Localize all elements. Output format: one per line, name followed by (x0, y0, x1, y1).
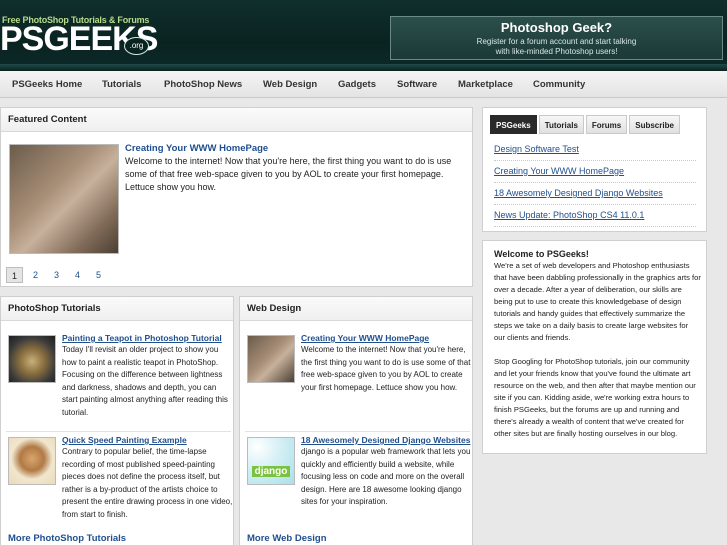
nav-item-software[interactable]: Software (397, 79, 437, 90)
photoshop-tutorials-heading: PhotoShop Tutorials (1, 297, 233, 321)
sidebar-tabs: PSGeeks Tutorials Forums Subscribe (490, 115, 680, 134)
main-nav: PSGeeks Home Tutorials PhotoShop News We… (0, 71, 727, 98)
tab-subscribe[interactable]: Subscribe (629, 115, 680, 134)
featured-article-title[interactable]: Creating Your WWW HomePage (125, 143, 268, 154)
article-title[interactable]: Creating Your WWW HomePage (301, 333, 429, 343)
header-rule (0, 64, 727, 71)
promo-line-2: with like-minded Photoshop users! (495, 47, 618, 56)
article-body: django is a popular web framework that l… (301, 447, 471, 506)
article-body: Welcome to the internet! Now that you're… (301, 345, 471, 392)
welcome-panel: Welcome to PSGeeks! We're a set of web d… (482, 240, 707, 454)
web-design-heading: Web Design (240, 297, 472, 321)
nav-item-home[interactable]: PSGeeks Home (12, 79, 82, 90)
page-button-3[interactable]: 3 (48, 267, 65, 283)
featured-thumbnail[interactable] (9, 144, 119, 254)
nav-item-web-design[interactable]: Web Design (263, 79, 317, 90)
register-promo-banner[interactable]: Photoshop Geek? Register for a forum acc… (390, 16, 723, 60)
sidebar-links-panel: PSGeeks Tutorials Forums Subscribe Desig… (482, 107, 707, 232)
more-web-design-link[interactable]: More Web Design (247, 533, 327, 544)
article-title[interactable]: 18 Awesomely Designed Django Websites (301, 435, 470, 445)
welcome-paragraph-1: We're a set of web developers and Photos… (494, 261, 701, 342)
nav-item-marketplace[interactable]: Marketplace (458, 79, 513, 90)
django-thumb-label: django (251, 466, 291, 477)
speed-painting-thumbnail[interactable] (8, 437, 56, 485)
welcome-body: We're a set of web developers and Photos… (494, 260, 701, 440)
welcome-paragraph-2: Stop Googling for PhotoShop tutorials, j… (494, 357, 696, 438)
nav-item-community[interactable]: Community (533, 79, 585, 90)
tab-psgeeks[interactable]: PSGeeks (490, 115, 537, 134)
featured-content-panel: Featured Content Creating Your WWW HomeP… (0, 107, 473, 287)
page-button-1[interactable]: 1 (6, 267, 23, 283)
sidebar-link[interactable]: News Update: PhotoShop CS4 11.0.1 (494, 210, 696, 227)
site-header: Free PhotoShop Tutorials & Forums PSGEEK… (0, 0, 727, 71)
nav-item-gadgets[interactable]: Gadgets (338, 79, 376, 90)
featured-pager: 1 2 3 4 5 (6, 267, 107, 283)
homepage-thumbnail[interactable] (247, 335, 295, 383)
article-title[interactable]: Painting a Teapot in Photoshop Tutorial (62, 333, 222, 343)
article-body: Today I'll revisit an older project to s… (62, 345, 228, 417)
page-button-5[interactable]: 5 (90, 267, 107, 283)
welcome-title: Welcome to PSGeeks! (494, 249, 589, 259)
web-design-panel: Web Design Creating Your WWW HomePage We… (239, 296, 473, 545)
photoshop-tutorials-panel: PhotoShop Tutorials Painting a Teapot in… (0, 296, 234, 545)
more-photoshop-tutorials-link[interactable]: More PhotoShop Tutorials (8, 533, 126, 544)
nav-item-photoshop-news[interactable]: PhotoShop News (164, 79, 242, 90)
page-button-2[interactable]: 2 (27, 267, 44, 283)
nav-item-tutorials[interactable]: Tutorials (102, 79, 141, 90)
featured-heading: Featured Content (1, 108, 472, 132)
list-item: Painting a Teapot in Photoshop Tutorial … (6, 333, 231, 428)
sidebar-link[interactable]: Design Software Test (494, 144, 696, 161)
list-item: Quick Speed Painting Example Contrary to… (6, 435, 233, 530)
django-thumbnail[interactable]: django (247, 437, 295, 485)
tab-tutorials[interactable]: Tutorials (538, 115, 584, 134)
teapot-thumbnail[interactable] (8, 335, 56, 383)
list-item: Creating Your WWW HomePage Welcome to th… (245, 333, 470, 428)
divider (245, 431, 470, 432)
sidebar-link[interactable]: 18 Awesomely Designed Django Websites (494, 188, 696, 205)
promo-title: Photoshop Geek? (500, 20, 613, 35)
logo-suffix: .org (124, 37, 149, 55)
divider (6, 431, 231, 432)
featured-article-body: Welcome to the internet! Now that you're… (125, 156, 452, 192)
sidebar-link[interactable]: Creating Your WWW HomePage (494, 166, 696, 183)
list-item: django 18 Awesomely Designed Django Webs… (245, 435, 470, 530)
tab-forums[interactable]: Forums (585, 115, 628, 134)
article-title[interactable]: Quick Speed Painting Example (62, 435, 187, 445)
article-body: Contrary to popular belief, the time-lap… (62, 447, 233, 519)
page-button-4[interactable]: 4 (69, 267, 86, 283)
promo-line-1: Register for a forum account and start t… (476, 37, 637, 46)
